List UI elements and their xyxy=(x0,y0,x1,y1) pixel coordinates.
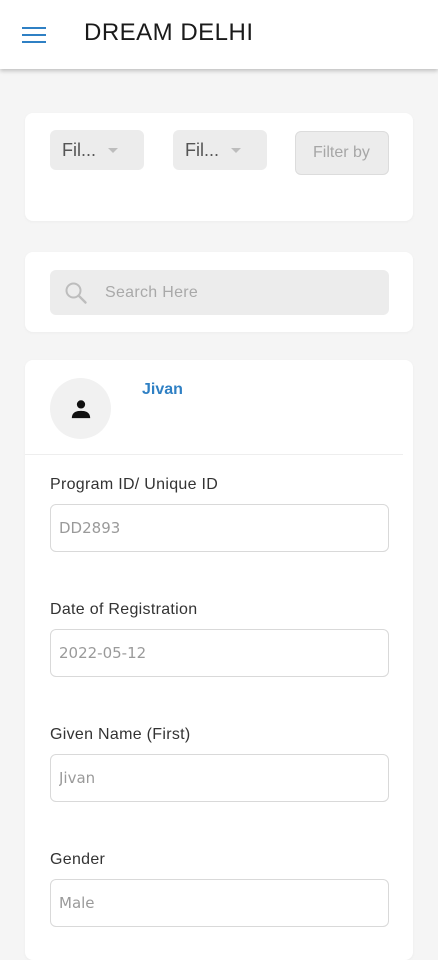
filter-dropdown-1-label: Fil... xyxy=(62,139,96,160)
search-input[interactable] xyxy=(105,270,375,315)
search-card xyxy=(25,252,413,332)
gender-label: Gender xyxy=(50,851,106,868)
filter-dropdown-2-label: Fil... xyxy=(185,139,219,160)
app-title: DREAM DELHI xyxy=(84,19,254,46)
chevron-down-icon xyxy=(108,147,118,153)
person-icon xyxy=(71,399,90,418)
divider xyxy=(25,454,403,455)
menu-icon xyxy=(22,27,46,43)
avatar xyxy=(50,378,111,439)
given-name-label: Given Name (First) xyxy=(50,726,191,743)
program-id-field[interactable] xyxy=(50,504,389,552)
filter-dropdown-2[interactable]: Fil... xyxy=(173,130,267,170)
beneficiary-card[interactable]: Jivan Program ID/ Unique ID Date of Regi… xyxy=(25,360,413,960)
gender-field[interactable] xyxy=(50,879,389,927)
registration-date-label: Date of Registration xyxy=(50,601,198,618)
app-bar: DREAM DELHI xyxy=(0,0,438,69)
program-id-label: Program ID/ Unique ID xyxy=(50,476,219,493)
registration-date-field[interactable] xyxy=(50,629,389,677)
given-name-field[interactable] xyxy=(50,754,389,802)
filters-card: Fil... Fil... xyxy=(25,113,413,221)
search-box[interactable] xyxy=(50,270,389,315)
filter-dropdown-1[interactable]: Fil... xyxy=(50,130,144,170)
menu-button[interactable] xyxy=(20,22,48,48)
filter-text-input[interactable] xyxy=(295,131,389,175)
beneficiary-name[interactable]: Jivan xyxy=(142,381,183,399)
chevron-down-icon xyxy=(231,147,241,153)
search-icon xyxy=(65,282,87,304)
